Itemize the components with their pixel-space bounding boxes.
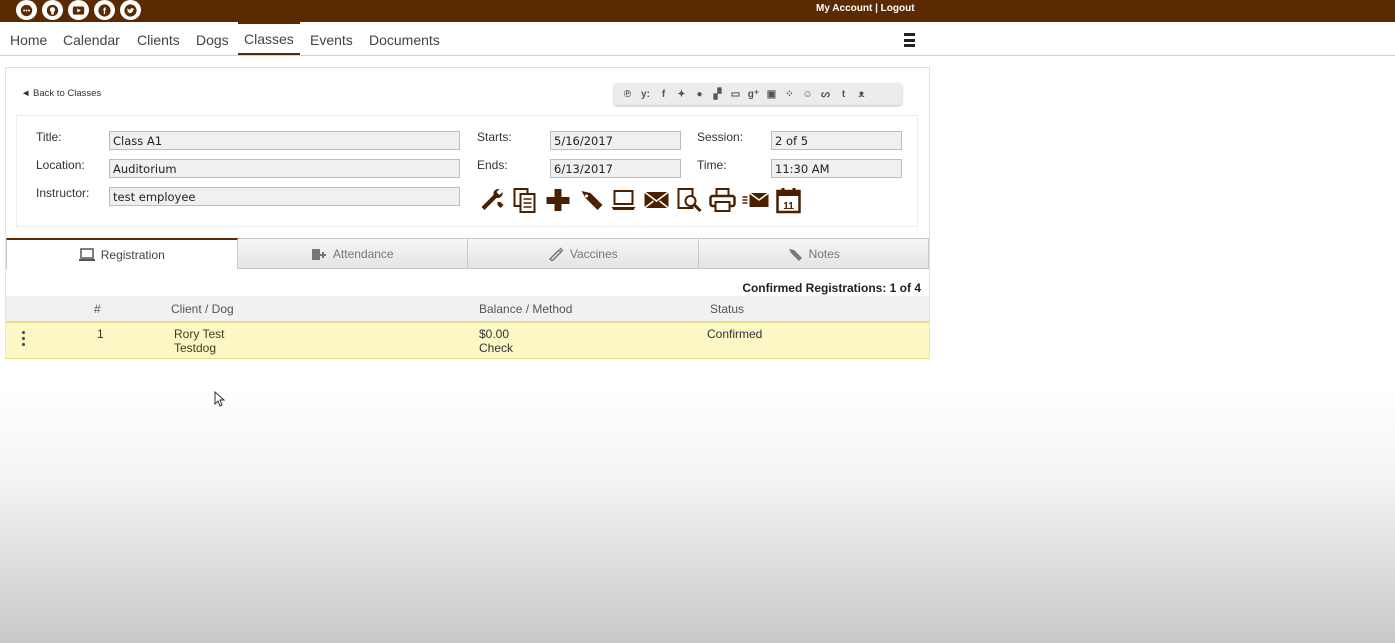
mouse-cursor-icon — [214, 390, 226, 412]
class-toolbar: 11 — [477, 186, 803, 214]
starts-field[interactable]: 5/16/2017 — [550, 131, 681, 150]
svg-text:f: f — [103, 6, 106, 16]
col-status: Status — [710, 302, 745, 316]
facebook-icon[interactable]: f — [94, 0, 115, 20]
delicious-icon[interactable]: ▞ — [710, 87, 725, 102]
github-icon[interactable] — [42, 0, 63, 20]
nav-calendar[interactable]: Calendar — [63, 22, 120, 55]
col-number: # — [94, 302, 101, 316]
laptop-icon[interactable] — [609, 186, 638, 214]
myspace-icon[interactable]: ⁘ — [782, 87, 797, 102]
tab-notes[interactable]: Notes — [698, 238, 929, 269]
chat-icon[interactable] — [16, 0, 37, 20]
digg-icon[interactable]: ▭ — [728, 87, 743, 102]
tools-icon[interactable] — [477, 186, 506, 214]
linkedin-icon[interactable]: ▣ — [764, 87, 779, 102]
tab-registration-label: Registration — [100, 247, 165, 262]
share-bar: ℗ y: f ✦ ● ▞ ▭ g⁺ ▣ ⁘ ☺ ᔕ t ᴥ — [614, 83, 902, 105]
payment-method: Check — [479, 341, 514, 355]
search-document-icon[interactable] — [675, 186, 704, 214]
client-name-link[interactable]: Rory Test — [174, 327, 224, 341]
syringe-icon — [548, 246, 564, 261]
nav-events[interactable]: Events — [310, 22, 353, 55]
pinterest-icon[interactable]: ℗ — [620, 87, 635, 102]
session-field[interactable]: 2 of 5 — [771, 131, 902, 150]
title-field[interactable]: Class A1 — [109, 131, 460, 150]
twitter-icon[interactable] — [120, 0, 141, 20]
tumblr-icon[interactable]: t — [836, 87, 851, 102]
instructor-field[interactable]: test employee — [109, 187, 460, 206]
calendar-icon[interactable]: 11 — [774, 186, 803, 214]
ends-field[interactable]: 6/13/2017 — [550, 159, 681, 178]
account-links: My Account | Logout — [816, 3, 915, 14]
starts-label: Starts: — [477, 130, 512, 144]
menu-icon[interactable] — [904, 33, 915, 47]
location-label: Location: — [36, 158, 85, 172]
class-info-box: Title: Class A1 Location: Auditorium Ins… — [16, 115, 918, 227]
social-links: f — [16, 0, 141, 20]
class-detail-panel: ◄ Back to Classes ℗ y: f ✦ ● ▞ ▭ g⁺ ▣ ⁘ … — [5, 67, 930, 359]
blogger-icon[interactable]: ● — [692, 87, 707, 102]
nav-home[interactable]: Home — [10, 22, 47, 55]
friends-icon[interactable]: ᴥ — [854, 87, 869, 102]
registrations-table-header: # Client / Dog Balance / Method Status — [6, 296, 929, 322]
tab-registration[interactable]: Registration — [6, 238, 238, 269]
calendar-day-text: 11 — [783, 201, 794, 212]
nav-documents[interactable]: Documents — [369, 22, 440, 55]
session-label: Session: — [697, 130, 744, 144]
nav-classes[interactable]: Classes — [238, 22, 300, 55]
col-client-dog: Client / Dog — [171, 302, 234, 316]
laptop-icon — [78, 247, 95, 261]
facebook-icon[interactable]: f — [656, 87, 671, 102]
my-account-link[interactable]: My Account — [816, 3, 872, 14]
add-icon[interactable] — [543, 186, 572, 214]
dog-name-link[interactable]: Testdog — [174, 341, 216, 355]
location-field[interactable]: Auditorium — [109, 159, 460, 178]
col-balance-method: Balance / Method — [479, 302, 573, 316]
back-to-classes-link[interactable]: ◄ Back to Classes — [21, 88, 101, 99]
main-nav: Home Calendar Clients Dogs Classes Event… — [0, 22, 1395, 56]
balance-value: $0.00 — [479, 327, 510, 341]
table-row[interactable]: 1 Rory Test Testdog $0.00 Check Confirme… — [6, 322, 929, 359]
nav-dogs[interactable]: Dogs — [196, 22, 229, 55]
google-plus-icon[interactable]: g⁺ — [746, 87, 761, 102]
logout-link[interactable]: Logout — [881, 3, 915, 14]
tab-attendance[interactable]: Attendance — [237, 238, 468, 269]
youtube-icon[interactable] — [68, 0, 89, 20]
twitter-icon[interactable]: ✦ — [674, 87, 689, 102]
stumbleupon-icon[interactable]: ᔕ — [818, 87, 833, 102]
top-bar: f My Account | Logout — [0, 0, 1395, 22]
yummly-icon[interactable]: y: — [638, 87, 653, 102]
pen-icon — [788, 248, 802, 261]
tab-vaccines[interactable]: Vaccines — [468, 238, 699, 269]
tab-attendance-label: Attendance — [332, 246, 394, 261]
class-tabs: Registration Attendance Vaccines Notes — [6, 238, 929, 269]
nav-clients[interactable]: Clients — [137, 22, 180, 55]
print-icon[interactable] — [708, 186, 737, 214]
email-icon[interactable] — [642, 186, 671, 214]
time-label: Time: — [697, 158, 727, 172]
time-field[interactable]: 11:30 AM — [771, 159, 902, 178]
tab-vaccines-label: Vaccines — [569, 246, 618, 261]
row-number: 1 — [97, 327, 104, 341]
confirmed-registrations-count: Confirmed Registrations: 1 of 4 — [742, 281, 921, 295]
email-forward-icon[interactable] — [741, 186, 770, 214]
copy-icon[interactable] — [510, 186, 539, 214]
ends-label: Ends: — [477, 158, 508, 172]
account-separator: | — [872, 3, 881, 14]
row-menu-icon[interactable] — [22, 331, 26, 346]
instructor-label: Instructor: — [36, 186, 90, 200]
edit-pen-icon[interactable] — [576, 186, 605, 214]
reddit-icon[interactable]: ☺ — [800, 87, 815, 102]
title-label: Title: — [36, 130, 62, 144]
clipboard-add-icon — [311, 248, 326, 260]
status-value: Confirmed — [707, 327, 763, 341]
tab-notes-label: Notes — [808, 246, 840, 261]
